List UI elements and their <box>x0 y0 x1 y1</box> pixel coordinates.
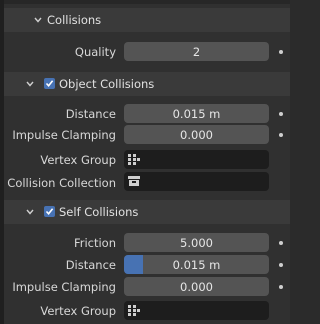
quality-label: Quality <box>74 45 116 59</box>
animate-dot-icon[interactable] <box>279 263 283 267</box>
object-vertex-group-field[interactable] <box>124 150 269 169</box>
self-impulse-field[interactable]: 0.000 <box>124 277 269 296</box>
object-distance-label: Distance <box>65 107 116 121</box>
chevron-down-icon <box>26 209 34 215</box>
friction-label: Friction <box>73 236 116 250</box>
animate-dot-icon[interactable] <box>279 133 283 137</box>
self-distance-progress-fill <box>124 255 143 274</box>
animate-dot-icon[interactable] <box>279 241 283 245</box>
collisions-panel-header[interactable]: Collisions <box>4 8 290 32</box>
object-collisions-header[interactable]: Object Collisions <box>4 72 290 96</box>
animate-dot-icon[interactable] <box>279 112 283 116</box>
self-distance-label: Distance <box>65 258 116 272</box>
self-impulse-label: Impulse Clamping <box>12 280 116 294</box>
collision-collection-label: Collision Collection <box>7 176 116 190</box>
self-distance-field[interactable]: 0.015 m <box>124 255 269 274</box>
self-vertex-group-label: Vertex Group <box>40 304 116 318</box>
quality-field[interactable]: 2 <box>124 42 269 61</box>
collision-collection-field[interactable] <box>124 172 269 191</box>
object-impulse-label: Impulse Clamping <box>12 128 116 142</box>
self-vertex-group-field[interactable] <box>124 301 269 320</box>
object-collisions-title: Object Collisions <box>59 77 155 91</box>
object-collisions-checkbox[interactable] <box>44 78 55 89</box>
checkmark-icon <box>45 208 54 216</box>
checkmark-icon <box>45 80 54 88</box>
chevron-down-icon <box>34 17 42 23</box>
self-collisions-title: Self Collisions <box>59 205 139 219</box>
collisions-title: Collisions <box>47 13 102 27</box>
friction-field[interactable]: 5.000 <box>124 233 269 252</box>
self-collisions-header[interactable]: Self Collisions <box>4 200 290 224</box>
collection-icon <box>128 176 140 186</box>
vertex-group-icon <box>128 305 140 316</box>
self-collisions-checkbox[interactable] <box>44 206 55 217</box>
object-distance-field[interactable]: 0.015 m <box>124 104 269 123</box>
object-vertex-group-label: Vertex Group <box>40 153 116 167</box>
animate-dot-icon[interactable] <box>279 285 283 289</box>
object-impulse-field[interactable]: 0.000 <box>124 125 269 144</box>
vertex-group-icon <box>128 154 140 165</box>
animate-dot-icon[interactable] <box>279 50 283 54</box>
chevron-down-icon <box>26 81 34 87</box>
panel-top-edge <box>4 0 290 4</box>
